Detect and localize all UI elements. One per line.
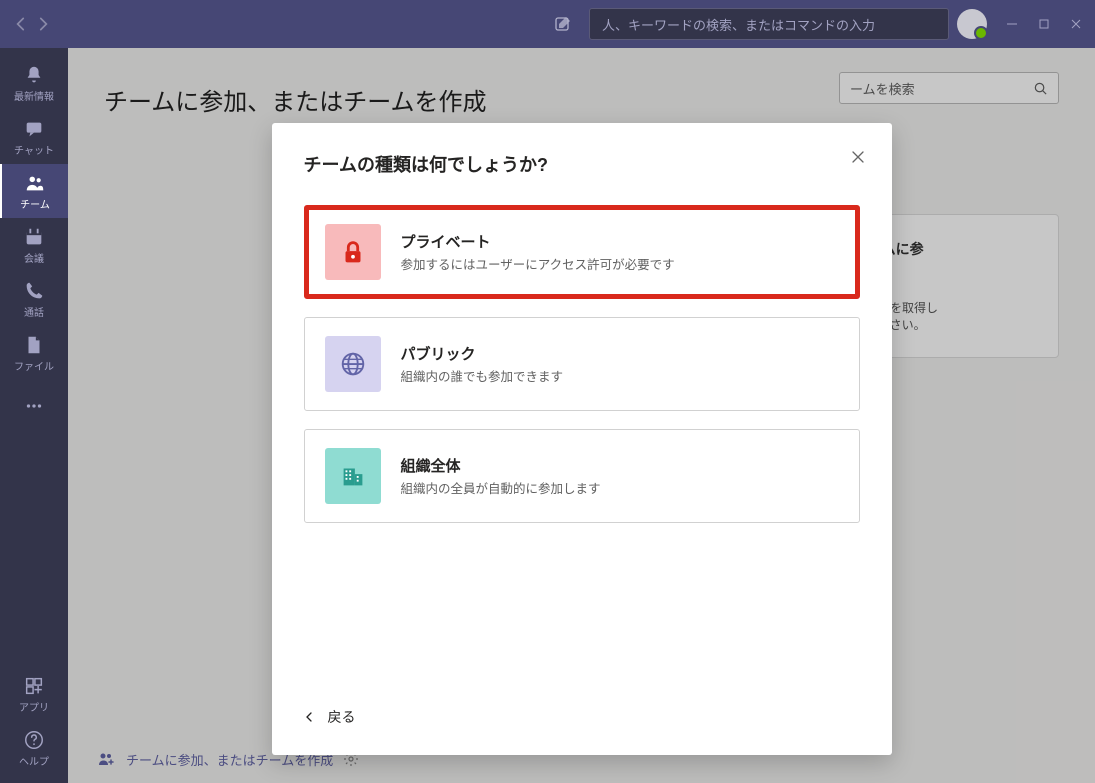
- global-search-input[interactable]: 人、キーワードの検索、またはコマンドの入力: [589, 8, 949, 40]
- sidebar-item-bell[interactable]: 最新情報: [0, 56, 68, 110]
- option-title: 組織全体: [401, 455, 601, 476]
- sidebar-item-label: ヘルプ: [19, 753, 49, 768]
- sidebar-item-apps[interactable]: アプリ: [0, 667, 68, 721]
- chat-icon: [23, 118, 45, 140]
- help-icon: [23, 729, 45, 751]
- chevron-left-icon: [304, 712, 314, 722]
- window-maximize-button[interactable]: [1037, 17, 1051, 31]
- sidebar-item-label: ファイル: [14, 358, 54, 373]
- phone-icon: [23, 280, 45, 302]
- window-close-button[interactable]: [1069, 17, 1083, 31]
- content-area: チームに参加、またはチームを作成 ームを検索 チームに参 コードを取得し てくだ…: [68, 48, 1095, 783]
- apps-icon: [23, 675, 45, 697]
- user-avatar[interactable]: [957, 9, 987, 39]
- title-bar: 人、キーワードの検索、またはコマンドの入力: [0, 0, 1095, 48]
- app-rail: 最新情報チャットチーム会議通話ファイル アプリヘルプ: [0, 48, 68, 783]
- team-type-dialog: チームの種類は何でしょうか? プライベート参加するにはユーザーにアクセス許可が必…: [272, 123, 892, 755]
- modal-overlay: チームの種類は何でしょうか? プライベート参加するにはユーザーにアクセス許可が必…: [68, 48, 1095, 783]
- sidebar-item-chat[interactable]: チャット: [0, 110, 68, 164]
- team-icon: [24, 172, 46, 194]
- dialog-back-button[interactable]: 戻る: [304, 707, 860, 727]
- sidebar-item-label: アプリ: [19, 699, 49, 714]
- sidebar-item-calendar[interactable]: 会議: [0, 218, 68, 272]
- option-description: 参加するにはユーザーにアクセス許可が必要です: [401, 254, 675, 273]
- private-icon: [325, 224, 381, 280]
- option-title: パブリック: [401, 343, 564, 364]
- org-icon: [325, 448, 381, 504]
- option-title: プライベート: [401, 231, 675, 252]
- bell-icon: [23, 64, 45, 86]
- sidebar-item-label: 最新情報: [14, 88, 54, 103]
- sidebar-item-label: 通話: [24, 304, 44, 319]
- file-icon: [23, 334, 45, 356]
- nav-forward-button[interactable]: [34, 15, 52, 33]
- sidebar-item-file[interactable]: ファイル: [0, 326, 68, 380]
- sidebar-item-team[interactable]: チーム: [0, 164, 68, 218]
- dialog-close-button[interactable]: [850, 149, 866, 165]
- option-description: 組織内の誰でも参加できます: [401, 366, 564, 385]
- calendar-icon: [23, 226, 45, 248]
- team-type-option-org[interactable]: 組織全体組織内の全員が自動的に参加します: [304, 429, 860, 523]
- sidebar-item-label: チーム: [20, 196, 50, 211]
- window-minimize-button[interactable]: [1005, 17, 1019, 31]
- public-icon: [325, 336, 381, 392]
- search-placeholder-text: 人、キーワードの検索、またはコマンドの入力: [602, 15, 875, 34]
- team-type-option-public[interactable]: パブリック組織内の誰でも参加できます: [304, 317, 860, 411]
- more-icon: [23, 395, 45, 417]
- sidebar-item-more[interactable]: [0, 380, 68, 434]
- nav-back-button[interactable]: [12, 15, 30, 33]
- team-type-option-private[interactable]: プライベート参加するにはユーザーにアクセス許可が必要です: [304, 205, 860, 299]
- option-description: 組織内の全員が自動的に参加します: [401, 478, 601, 497]
- dialog-back-label: 戻る: [328, 707, 356, 727]
- sidebar-item-label: 会議: [24, 250, 44, 265]
- sidebar-item-phone[interactable]: 通話: [0, 272, 68, 326]
- dialog-title: チームの種類は何でしょうか?: [304, 151, 860, 177]
- sidebar-item-label: チャット: [14, 142, 54, 157]
- sidebar-item-help[interactable]: ヘルプ: [0, 721, 68, 775]
- compose-icon[interactable]: [553, 14, 573, 34]
